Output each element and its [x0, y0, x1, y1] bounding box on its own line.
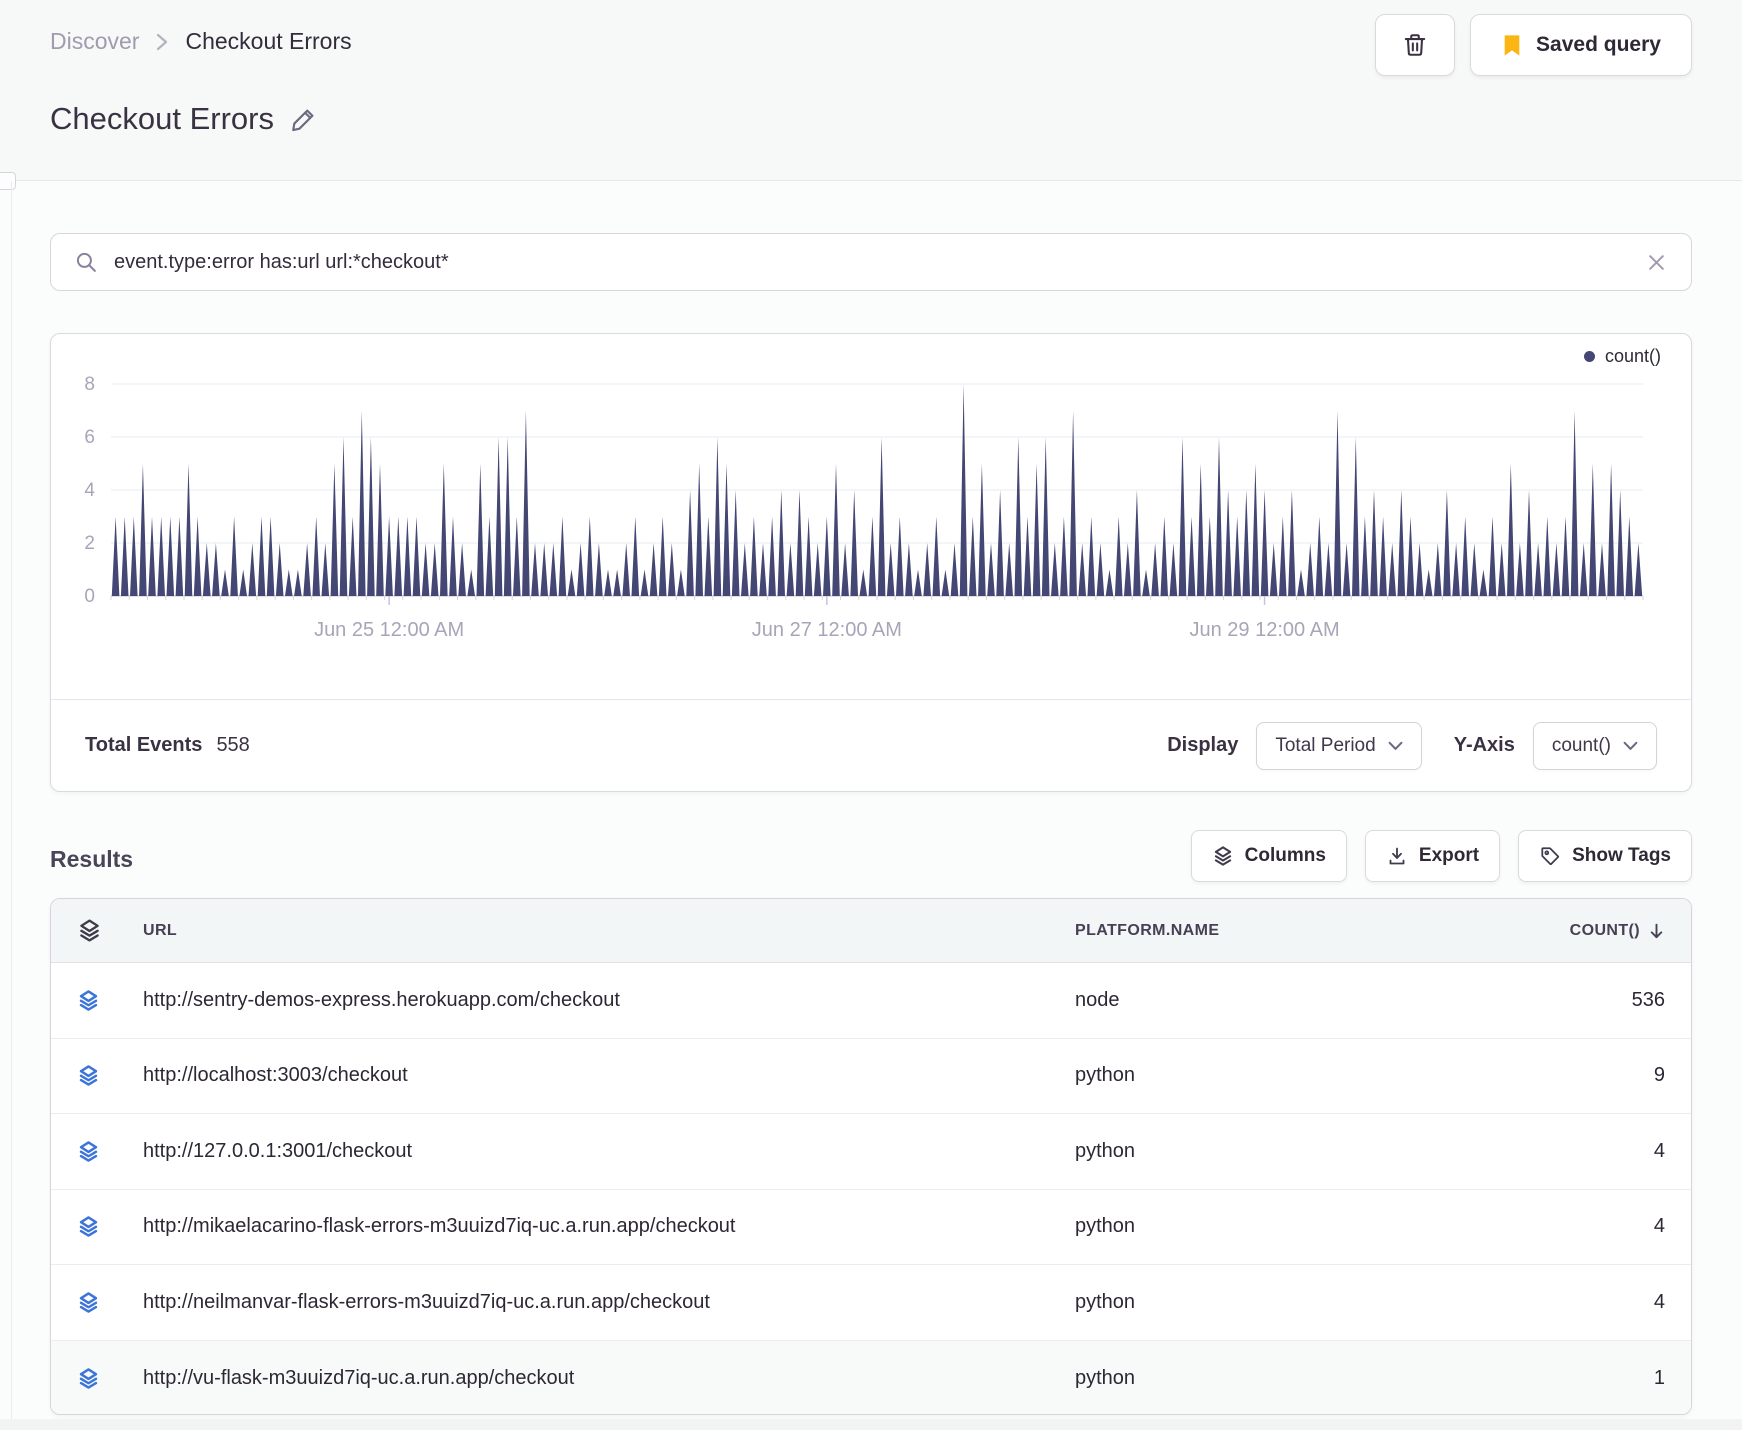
- row-stack-icon-button[interactable]: [77, 989, 100, 1012]
- row-stack-icon-button[interactable]: [77, 1140, 100, 1163]
- y-axis-tick-label: 6: [84, 427, 95, 448]
- platform-cell[interactable]: python: [1075, 1140, 1455, 1163]
- count-cell[interactable]: 4: [1455, 1291, 1665, 1314]
- search-bar: [50, 233, 1692, 291]
- count-cell[interactable]: 9: [1455, 1064, 1665, 1087]
- platform-cell[interactable]: python: [1075, 1367, 1455, 1390]
- search-input[interactable]: [114, 250, 1630, 274]
- bottom-strip: [0, 1419, 1742, 1430]
- total-events-label: Total Events: [85, 734, 203, 756]
- y-axis-label: Y-Axis: [1453, 734, 1515, 756]
- edit-title-pencil-icon[interactable]: [290, 106, 317, 133]
- events-bar-chart[interactable]: 0 2 4 6 8 Jun 25 12:00 AM Jun 27 12:00 AM Jun 2…: [51, 364, 1691, 644]
- y-axis-dropdown[interactable]: count(): [1532, 721, 1657, 770]
- platform-cell[interactable]: python: [1075, 1064, 1455, 1087]
- total-events-value: 558: [216, 734, 250, 756]
- column-header-platform[interactable]: PLATFORM.NAME: [1075, 922, 1455, 940]
- y-axis-tick-label: 0: [84, 586, 95, 607]
- y-axis-value: count(): [1551, 734, 1611, 756]
- clear-search-icon[interactable]: [1646, 252, 1667, 273]
- table-row: http://127.0.0.1:3001/checkout python 4: [51, 1114, 1691, 1190]
- row-stack-icon-button[interactable]: [77, 1291, 100, 1314]
- table-header-row: URL PLATFORM.NAME COUNT(): [51, 899, 1691, 963]
- chevron-down-icon: [1623, 741, 1638, 751]
- count-cell[interactable]: 4: [1455, 1140, 1665, 1163]
- columns-button[interactable]: Columns: [1190, 830, 1347, 882]
- events-chart-card: count() 0 2 4 6 8 Jun 25 12:00 AM Jun 27 12:00…: [50, 333, 1692, 792]
- results-actions: Columns Export Show Tags: [1190, 830, 1692, 882]
- delete-query-button[interactable]: [1375, 14, 1455, 76]
- trash-icon: [1402, 32, 1428, 58]
- results-table: URL PLATFORM.NAME COUNT() http://sentry-…: [50, 898, 1692, 1415]
- download-icon: [1386, 845, 1408, 867]
- row-stack-icon-button[interactable]: [77, 1215, 100, 1238]
- columns-label: Columns: [1244, 845, 1326, 866]
- saved-query-button[interactable]: Saved query: [1470, 14, 1692, 76]
- export-label: Export: [1418, 845, 1480, 866]
- table-row: http://mikaelacarino-flask-errors-m3uuiz…: [51, 1190, 1691, 1265]
- table-row: http://neilmanvar-flask-errors-m3uuizd7i…: [51, 1265, 1691, 1341]
- count-cell[interactable]: 4: [1455, 1215, 1665, 1238]
- panel-divider: [11, 181, 12, 1430]
- platform-cell[interactable]: node: [1075, 989, 1455, 1012]
- column-header-count[interactable]: COUNT(): [1455, 922, 1665, 940]
- chevron-right-icon: [155, 31, 169, 53]
- breadcrumb-discover-link[interactable]: Discover: [50, 28, 139, 55]
- row-stack-icon-button[interactable]: [77, 1367, 100, 1390]
- search-icon: [75, 251, 98, 274]
- y-axis-tick-label: 2: [84, 533, 95, 554]
- show-tags-label: Show Tags: [1572, 845, 1671, 866]
- display-label: Display: [1167, 734, 1239, 756]
- results-title: Results: [50, 846, 134, 872]
- url-cell[interactable]: http://mikaelacarino-flask-errors-m3uuiz…: [143, 1215, 1075, 1238]
- display-value: Total Period: [1275, 734, 1376, 756]
- y-axis-tick-label: 8: [84, 374, 95, 395]
- display-dropdown[interactable]: Total Period: [1256, 721, 1422, 770]
- platform-cell[interactable]: python: [1075, 1291, 1455, 1314]
- url-cell[interactable]: http://127.0.0.1:3001/checkout: [143, 1140, 1075, 1163]
- url-cell[interactable]: http://neilmanvar-flask-errors-m3uuizd7i…: [143, 1291, 1075, 1314]
- chart-footer: Total Events 558 Display Total Period Y-…: [51, 699, 1691, 791]
- sort-desc-arrow-icon: [1648, 922, 1665, 940]
- y-axis-tick-label: 4: [84, 480, 95, 501]
- count-cell[interactable]: 1: [1455, 1367, 1665, 1390]
- breadcrumb: Discover Checkout Errors: [50, 28, 352, 55]
- stack-column-icon: [77, 918, 143, 943]
- x-axis-tick-label: Jun 29 12:00 AM: [1190, 619, 1340, 641]
- chevron-down-icon: [1388, 741, 1403, 751]
- x-axis-tick-label: Jun 25 12:00 AM: [314, 619, 464, 641]
- table-row: http://vu-flask-m3uuizd7iq-uc.a.run.app/…: [51, 1340, 1691, 1414]
- layers-icon: [1212, 845, 1234, 867]
- column-header-url[interactable]: URL: [143, 922, 1075, 940]
- row-stack-icon-button[interactable]: [77, 1064, 100, 1087]
- panel-edge-handle[interactable]: [0, 172, 16, 190]
- url-cell[interactable]: http://vu-flask-m3uuizd7iq-uc.a.run.app/…: [143, 1367, 1075, 1390]
- legend-dot-icon: [1583, 351, 1595, 362]
- breadcrumb-current: Checkout Errors: [185, 28, 352, 54]
- table-row: http://sentry-demos-express.herokuapp.co…: [51, 963, 1691, 1039]
- saved-query-label: Saved query: [1536, 33, 1661, 56]
- export-button[interactable]: Export: [1364, 830, 1501, 882]
- count-cell[interactable]: 536: [1455, 989, 1665, 1012]
- page-title: Checkout Errors: [50, 101, 274, 136]
- table-body: http://sentry-demos-express.herokuapp.co…: [51, 963, 1691, 1414]
- url-cell[interactable]: http://localhost:3003/checkout: [143, 1064, 1075, 1087]
- url-cell[interactable]: http://sentry-demos-express.herokuapp.co…: [143, 989, 1075, 1012]
- platform-cell[interactable]: python: [1075, 1215, 1455, 1238]
- table-row: http://localhost:3003/checkout python 9: [51, 1039, 1691, 1114]
- tag-icon: [1539, 845, 1561, 867]
- x-axis-tick-label: Jun 27 12:00 AM: [752, 619, 902, 641]
- show-tags-button[interactable]: Show Tags: [1518, 830, 1692, 882]
- bookmark-icon: [1501, 34, 1523, 57]
